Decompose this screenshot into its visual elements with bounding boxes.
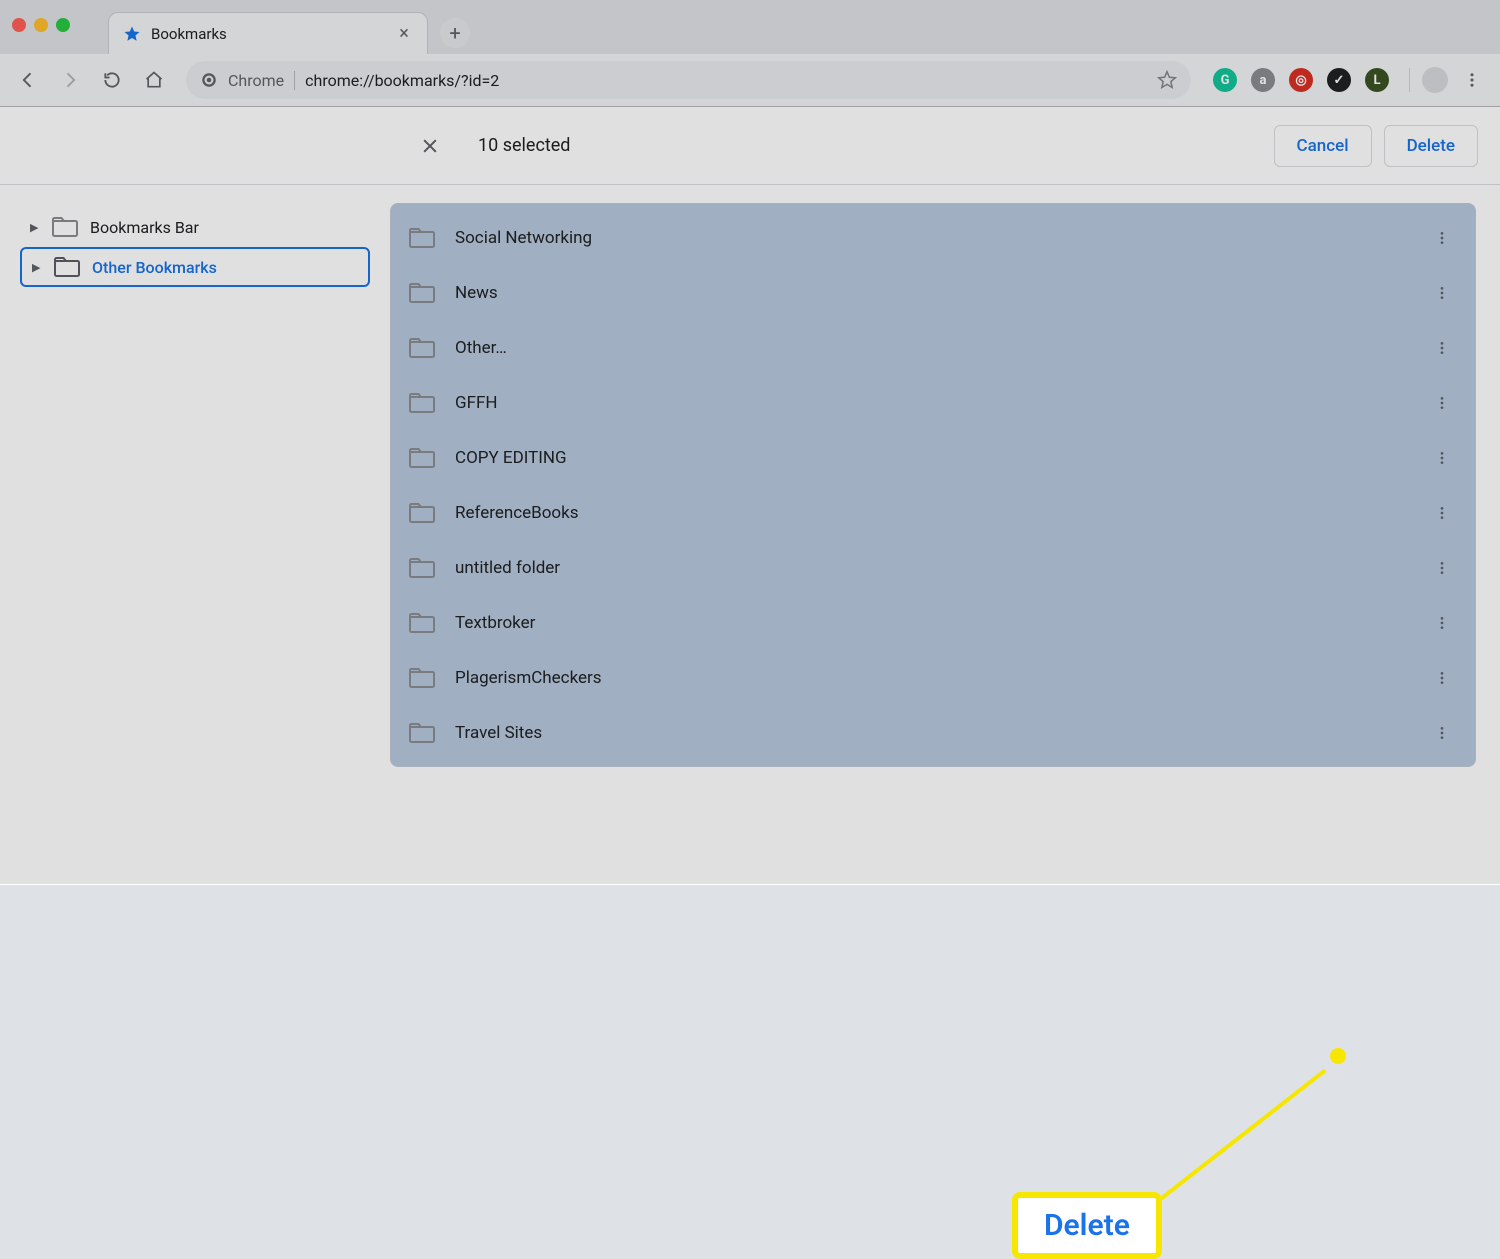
extension-icon[interactable]: a [1251,68,1275,92]
more-icon [1434,285,1450,301]
main-pane: Social Networking News Other… GFFH COPY EDIT… [390,185,1500,885]
row-menu-button[interactable] [1427,278,1457,308]
omnibox[interactable]: Chrome chrome://bookmarks/?id=2 [186,61,1191,99]
bookmark-row[interactable]: Travel Sites [391,705,1475,760]
cancel-button[interactable]: Cancel [1274,125,1372,167]
bookmark-row[interactable]: Social Networking [391,210,1475,265]
bookmark-row-label: Other… [455,338,1407,358]
close-icon [420,136,440,156]
extension-icon[interactable]: ✓ [1327,68,1351,92]
row-menu-button[interactable] [1427,718,1457,748]
more-icon [1434,615,1450,631]
bookmark-row[interactable]: PlagerismCheckers [391,650,1475,705]
bookmark-row-label: Travel Sites [455,723,1407,743]
callout-line [1139,1069,1327,1217]
back-button[interactable] [10,62,46,98]
tab-bar: Bookmarks × + [0,0,1500,54]
sidebar: ▶ Bookmarks Bar ▶ Other Bookmarks [0,185,390,885]
extension-icons: Ga ◎ ✓ L [1213,68,1389,92]
reload-button[interactable] [94,62,130,98]
more-icon [1434,340,1450,356]
content-area: ▶ Bookmarks Bar ▶ Other Bookmarks Social Ne… [0,185,1500,885]
bookmark-row[interactable]: untitled folder [391,540,1475,595]
mac-window-buttons [12,18,70,32]
caret-icon: ▶ [30,221,40,234]
row-menu-button[interactable] [1427,553,1457,583]
sidebar-item-label: Other Bookmarks [92,258,217,277]
tab-title: Bookmarks [151,25,385,43]
more-icon [1434,450,1450,466]
extension-icon[interactable]: ◎ [1289,68,1313,92]
row-menu-button[interactable] [1427,663,1457,693]
sidebar-item-other-bookmarks[interactable]: ▶ Other Bookmarks [20,247,370,287]
bookmark-row[interactable]: GFFH [391,375,1475,430]
bookmark-row-label: Social Networking [455,228,1407,248]
selection-count-label: 10 selected [478,135,570,156]
sidebar-item-bookmarks-bar[interactable]: ▶ Bookmarks Bar [20,207,370,247]
profile-avatar[interactable] [1422,67,1448,93]
more-icon [1434,670,1450,686]
bookmark-row[interactable]: ReferenceBooks [391,485,1475,540]
mac-close-button[interactable] [12,18,26,32]
site-info-icon [200,71,218,89]
callout-dot [1330,1048,1346,1064]
caret-icon: ▶ [32,261,42,274]
extension-icon[interactable]: G [1213,68,1237,92]
toolbar-separator [1409,68,1410,92]
omnibox-url: chrome://bookmarks/?id=2 [305,71,499,90]
row-menu-button[interactable] [1427,333,1457,363]
omnibox-scheme: Chrome [228,71,295,90]
browser-tab[interactable]: Bookmarks × [108,12,428,54]
tab-close-icon[interactable]: × [395,25,413,43]
extension-icon[interactable]: L [1365,68,1389,92]
delete-button[interactable]: Delete [1384,125,1478,167]
bookmark-row-label: untitled folder [455,558,1407,578]
mac-maximize-button[interactable] [56,18,70,32]
home-button[interactable] [136,62,172,98]
clear-selection-button[interactable] [410,126,450,166]
forward-button[interactable] [52,62,88,98]
more-icon [1434,725,1450,741]
nav-bar: Chrome chrome://bookmarks/?id=2 Ga ◎ ✓ L [0,54,1500,106]
more-icon [1434,395,1450,411]
browser-chrome: Bookmarks × + Chrome chrome://bookmarks/… [0,0,1500,107]
bookmark-row-label: GFFH [455,393,1407,413]
bookmark-row[interactable]: News [391,265,1475,320]
bookmark-row[interactable]: Textbroker [391,595,1475,650]
bookmark-row-label: News [455,283,1407,303]
more-icon [1434,560,1450,576]
row-menu-button[interactable] [1427,443,1457,473]
row-menu-button[interactable] [1427,388,1457,418]
browser-menu-icon[interactable] [1454,62,1490,98]
bookmark-row-label: ReferenceBooks [455,503,1407,523]
selection-toolbar: 10 selected Cancel Delete [0,107,1500,185]
bookmark-row[interactable]: Other… [391,320,1475,375]
row-menu-button[interactable] [1427,608,1457,638]
row-menu-button[interactable] [1427,223,1457,253]
new-tab-button[interactable]: + [440,18,470,48]
callout-box: Delete [1012,1192,1162,1259]
more-icon [1434,230,1450,246]
more-icon [1434,505,1450,521]
bookmark-row-label: COPY EDITING [455,448,1407,468]
sidebar-item-label: Bookmarks Bar [90,218,199,237]
bookmark-star-icon[interactable] [1157,70,1177,90]
bookmark-row-label: Textbroker [455,613,1407,633]
bookmark-list: Social Networking News Other… GFFH COPY EDIT… [390,203,1476,767]
row-menu-button[interactable] [1427,498,1457,528]
callout-label: Delete [1044,1208,1130,1243]
bookmark-row-label: PlagerismCheckers [455,668,1407,688]
bookmarks-star-icon [123,25,141,43]
bookmark-row[interactable]: COPY EDITING [391,430,1475,485]
mac-minimize-button[interactable] [34,18,48,32]
